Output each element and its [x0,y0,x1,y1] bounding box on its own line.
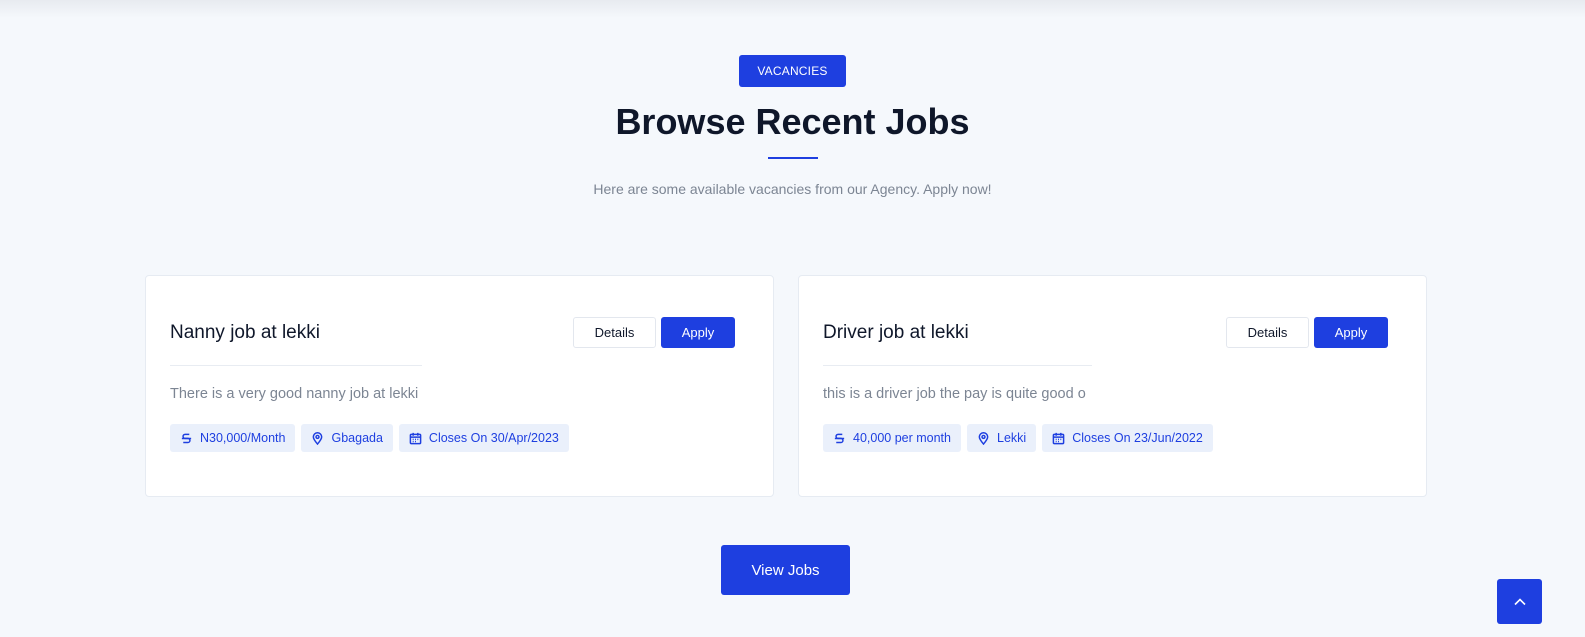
job-title[interactable]: Driver job at lekki [823,322,969,344]
location-text: Lekki [997,431,1027,445]
currency-icon [834,433,845,443]
details-button[interactable]: Details [573,317,656,348]
apply-button[interactable]: Apply [1314,317,1388,348]
job-tags: N30,000/Month Gbagada Closes On 30/Apr/2… [170,424,569,452]
job-description: There is a very good nanny job at lekki [170,386,419,402]
job-title[interactable]: Nanny job at lekki [170,322,320,344]
calendar-icon [409,432,422,444]
header-shadow [0,0,1585,18]
back-to-top-button[interactable] [1497,579,1542,624]
location-tag: Gbagada [301,424,393,452]
closing-date-tag: Closes On 30/Apr/2023 [398,424,569,452]
closing-date-text: Closes On 30/Apr/2023 [428,431,559,445]
salary-tag: N30,000/Month [170,424,296,452]
closing-date-tag: Closes On 23/Jun/2022 [1042,424,1213,452]
calendar-icon [1052,432,1065,444]
section-subtitle: Here are some available vacancies from o… [593,181,992,197]
view-jobs-button[interactable]: View Jobs [721,545,850,595]
job-actions: Details Apply [1226,317,1388,348]
section-header: VACANCIES Browse Recent Jobs Here are so… [0,55,1585,197]
chevron-up-icon [1513,597,1526,605]
card-divider [823,365,1092,366]
details-button[interactable]: Details [1226,317,1309,348]
page: VACANCIES Browse Recent Jobs Here are so… [0,0,1585,637]
title-underline [767,157,818,159]
map-pin-icon [313,431,323,445]
job-description: this is a driver job the pay is quite go… [823,386,1086,402]
salary-tag: 40,000 per month [823,424,961,452]
location-tag: Lekki [967,424,1037,452]
apply-button[interactable]: Apply [661,317,735,348]
job-actions: Details Apply [573,317,735,348]
closing-date-text: Closes On 23/Jun/2022 [1072,431,1203,445]
job-card: Driver job at lekki Details Apply this i… [798,275,1427,497]
vacancies-badge: VACANCIES [739,55,846,87]
currency-icon [181,433,192,443]
location-text: Gbagada [331,431,383,445]
map-pin-icon [978,431,989,445]
card-divider [170,365,422,366]
salary-text: N30,000/Month [200,431,286,445]
job-tags: 40,000 per month Lekki Closes On 23/Jun/… [823,424,1213,452]
section-title: Browse Recent Jobs [615,101,970,142]
job-card: Nanny job at lekki Details Apply There i… [145,275,774,497]
salary-text: 40,000 per month [853,431,951,445]
